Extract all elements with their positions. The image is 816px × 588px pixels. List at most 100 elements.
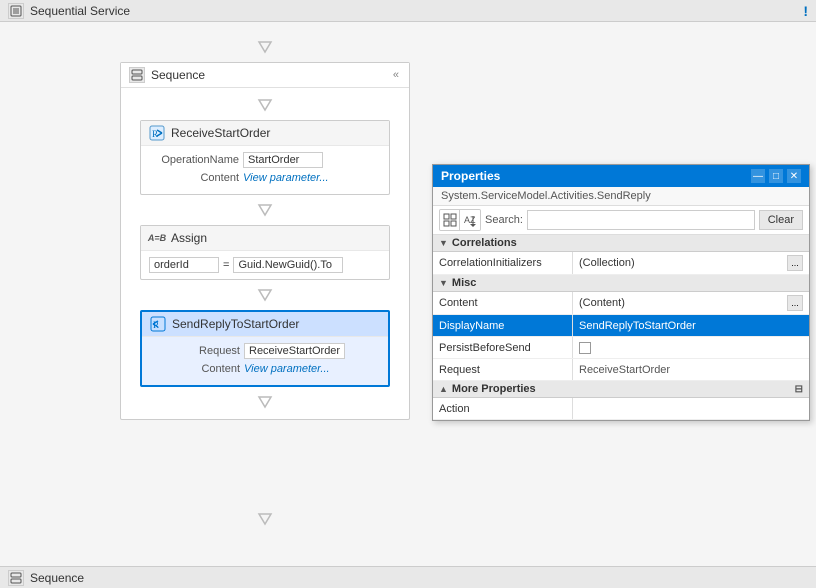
more-properties-toggle[interactable]: ▲ [439,384,448,394]
receive-icon: R [149,125,165,141]
outer-bottom-chevron-icon [255,512,275,526]
correlations-section-header: ▼ Correlations [433,235,809,252]
receive-start-order-title: ReceiveStartOrder [171,126,270,140]
canvas-area: Sequential Service ! Sequence [0,0,816,588]
panel-toolbar: AZ Search: Clear [433,206,809,235]
panel-minimize-button[interactable]: — [751,169,765,183]
display-name-value: SendReplyToStartOrder [579,320,696,332]
operation-name-row: OperationName StartOrder [149,152,381,168]
assign-title: Assign [171,231,207,245]
request-prop-row[interactable]: Request [433,359,809,381]
sequence-body: R ReceiveStartOrder OperationName StartO… [121,88,409,419]
operation-name-label: OperationName [149,154,239,166]
content-prop-value: (Content) ... [573,292,809,314]
content-prop-ellipsis[interactable]: ... [787,295,803,311]
mid-arrow-2 [133,284,397,306]
sr-view-parameter-link[interactable]: View parameter... [244,363,330,375]
action-value [573,398,809,419]
assign-icon: A=B [149,230,165,246]
assign-row: orderId = Guid.NewGuid().To [149,257,381,273]
bottom-sequence-label: Sequence [30,571,84,585]
panel-titlebar: Properties — □ ✕ [433,165,809,187]
misc-toggle[interactable]: ▼ [439,278,448,288]
toolbar-btn-group: AZ [439,209,481,231]
request-prop-name: Request [433,359,573,380]
correlation-initializers-value: (Collection) ... [573,252,809,274]
display-name-row[interactable]: DisplayName SendReplyToStartOrder [433,315,809,337]
receive-start-order-body: OperationName StartOrder Content View pa… [141,146,389,194]
inner-chevron-down-icon [255,98,275,112]
display-name-prop-value: SendReplyToStartOrder [573,315,809,336]
chevron-down-icon [255,40,275,54]
sort-category-button[interactable] [440,210,460,230]
send-reply-body: Request ReceiveStartOrder Content View p… [142,337,388,385]
content-prop-name: Content [433,292,573,314]
sequence-label: Sequence [151,68,205,82]
panel-close-button[interactable]: ✕ [787,169,801,183]
persist-before-send-row[interactable]: PersistBeforeSend [433,337,809,359]
top-arrow [120,36,410,58]
assign-left: orderId [149,257,219,273]
misc-section-header: ▼ Misc [433,275,809,292]
correlation-initializers-ellipsis[interactable]: ... [787,255,803,271]
panel-subtitle: System.ServiceModel.Activities.SendReply [433,187,809,206]
sort-alpha-button[interactable]: AZ [460,210,480,230]
more-properties-expand-icon[interactable]: ⊟ [795,384,803,395]
search-input[interactable] [527,210,755,230]
panel-restore-button[interactable]: □ [769,169,783,183]
correlations-toggle[interactable]: ▼ [439,238,448,248]
content-prop-row[interactable]: Content (Content) ... [433,292,809,315]
sequence-icon [129,67,145,83]
request-label: Request [150,345,240,357]
assign-right: Guid.NewGuid().To [233,257,343,273]
more-properties-section-header: ▲ More Properties ⊟ [433,381,809,398]
correlation-initializers-name: CorrelationInitializers [433,252,573,274]
correlation-initializers-row[interactable]: CorrelationInitializers (Collection) ... [433,252,809,275]
view-parameter-link[interactable]: View parameter... [243,172,329,184]
inner-top-arrow [133,94,397,116]
assign-header: A=B Assign [141,226,389,251]
content-row: Content View parameter... [149,172,381,184]
persist-before-send-name: PersistBeforeSend [433,337,573,358]
request-prop-input[interactable] [579,364,803,376]
mid-chevron-1-icon [255,203,275,217]
panel-title: Properties [441,169,500,183]
send-reply-title: SendReplyToStartOrder [172,317,299,331]
action-name: Action [433,398,573,419]
outer-bottom-arrow [120,508,410,530]
content-label: Content [149,172,239,184]
bottom-sequence-icon [8,570,24,586]
send-reply-icon: R [150,316,166,332]
send-reply-header: R SendReplyToStartOrder [142,312,388,337]
display-name-prop-name: DisplayName [433,315,573,336]
mid-chevron-2-icon [255,288,275,302]
bottom-bar: Sequence [0,566,816,588]
properties-panel: Properties — □ ✕ System.ServiceModel.Act… [432,164,810,421]
persist-before-send-checkbox[interactable] [579,342,591,354]
assign-body: orderId = Guid.NewGuid().To [141,251,389,279]
panel-controls: — □ ✕ [751,169,801,183]
sequence-container: Sequence « R [120,62,410,420]
top-bar-title: Sequential Service [30,4,130,18]
assign-block[interactable]: A=B Assign orderId = Guid.NewGuid().To [140,225,390,280]
receive-start-order-block[interactable]: R ReceiveStartOrder OperationName StartO… [140,120,390,195]
request-row: Request ReceiveStartOrder [150,343,380,359]
request-prop-value [573,359,809,380]
collapse-button[interactable]: « [391,69,401,81]
bottom-inner-arrow [133,391,397,413]
svg-text:AZ: AZ [464,215,476,225]
sr-content-row: Content View parameter... [150,363,380,375]
warning-icon: ! [803,3,808,19]
misc-label: Misc [452,277,476,289]
assign-equals: = [223,259,229,271]
bottom-inner-chevron-icon [255,395,275,409]
operation-name-value: StartOrder [243,152,323,168]
search-label: Search: [485,214,523,226]
action-row[interactable]: Action [433,398,809,420]
send-reply-block[interactable]: R SendReplyToStartOrder Request ReceiveS… [140,310,390,387]
sr-content-label: Content [150,363,240,375]
persist-before-send-value [573,337,809,358]
mid-arrow-1 [133,199,397,221]
clear-button[interactable]: Clear [759,210,803,230]
sequential-service-icon [8,3,24,19]
